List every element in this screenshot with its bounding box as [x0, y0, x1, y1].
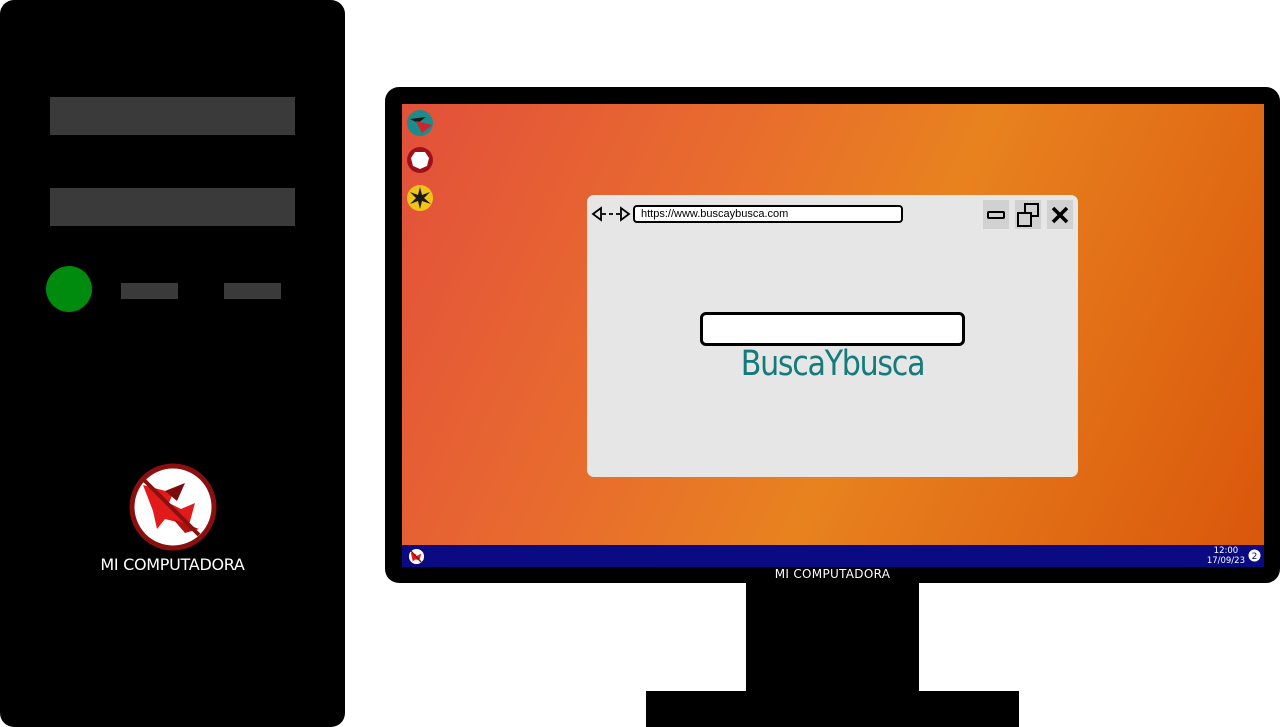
drive-bay-top: [50, 97, 295, 135]
taskbar: 12:00 17/09/23 2: [402, 545, 1264, 567]
restore-icon: [1017, 202, 1039, 227]
browser-window: https://www.buscaybusca.com BuscaYbusca: [587, 195, 1078, 477]
notification-count: 2: [1252, 552, 1258, 562]
clock-date: 17/09/23: [1206, 556, 1245, 566]
desktop-screen: https://www.buscaybusca.com BuscaYbusca …: [402, 104, 1264, 567]
octagon-app-icon[interactable]: [406, 146, 434, 174]
brand-logo-icon: [129, 463, 217, 551]
start-menu-icon[interactable]: [408, 548, 425, 565]
taskbar-clock[interactable]: 12:00 17/09/23: [1207, 546, 1245, 566]
minimize-icon: [987, 210, 1005, 219]
monitor-stand-base: [646, 691, 1019, 727]
monitor-brand-label: MI COMPUTADORA: [774, 567, 891, 581]
minimize-button[interactable]: [983, 200, 1009, 229]
back-forward-arrows-icon[interactable]: [591, 205, 631, 223]
usb-slot: [121, 283, 178, 299]
power-indicator-light: [46, 266, 92, 312]
computer-tower: MI COMPUTADORA: [0, 0, 345, 727]
notification-bell-icon[interactable]: 2: [1248, 549, 1261, 562]
compass-app-icon[interactable]: [406, 109, 434, 137]
monitor: https://www.buscaybusca.com BuscaYbusca …: [385, 87, 1280, 583]
close-icon: [1051, 206, 1069, 223]
usb-slot: [224, 283, 281, 299]
tower-brand-label: MI COMPUTADORA: [100, 555, 245, 574]
address-bar[interactable]: https://www.buscaybusca.com: [633, 205, 903, 223]
search-input[interactable]: [700, 312, 965, 346]
restore-button[interactable]: [1015, 200, 1041, 229]
drive-bay-bottom: [50, 188, 295, 226]
monitor-stand-neck: [746, 582, 919, 694]
search-engine-title: BuscaYbusca: [740, 344, 926, 384]
clock-time: 12:00: [1213, 546, 1239, 556]
star-app-icon[interactable]: [406, 184, 434, 212]
close-button[interactable]: [1047, 200, 1073, 229]
